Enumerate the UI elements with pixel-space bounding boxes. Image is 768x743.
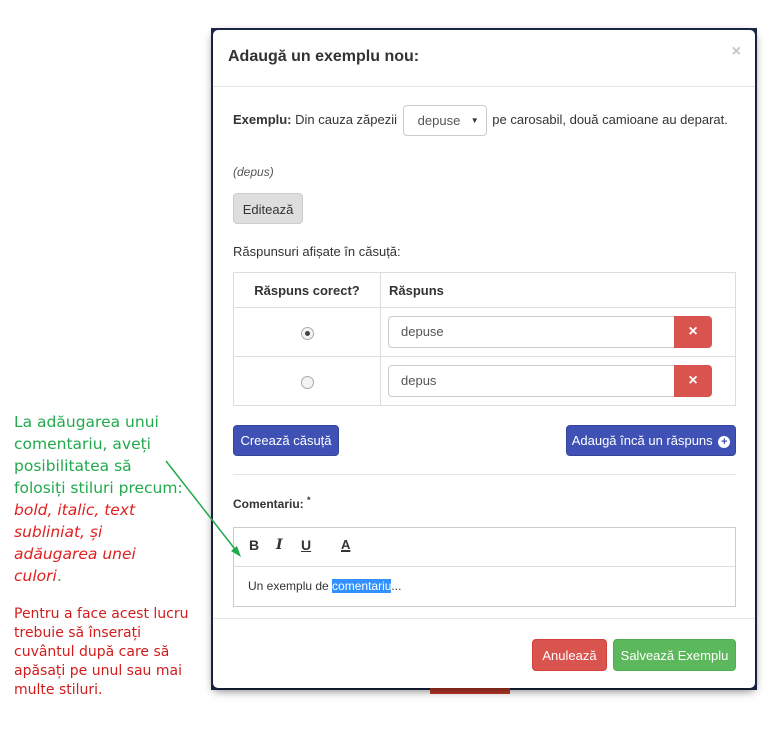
annotation-arrow — [165, 460, 241, 557]
